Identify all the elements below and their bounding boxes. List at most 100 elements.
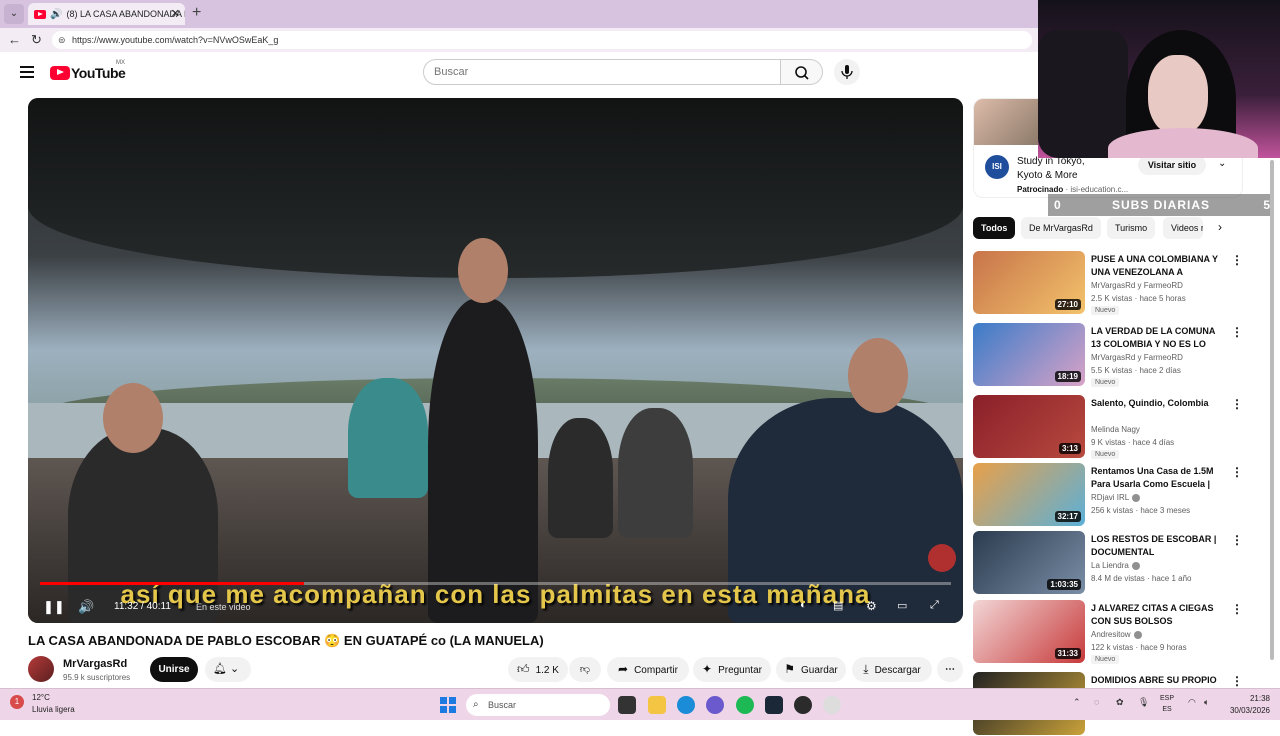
system-clock[interactable]: 21:38 30/03/2026 (1222, 693, 1270, 717)
recommendation-thumbnail[interactable]: 31:33 (973, 600, 1085, 663)
chip-channel[interactable]: De MrVargasRd (1021, 217, 1101, 239)
recommendation-thumbnail[interactable]: 3:13 (973, 395, 1085, 458)
join-button[interactable]: Unirse (150, 657, 198, 682)
tray-app-icon[interactable]: ◌ (1094, 697, 1099, 707)
wifi-icon[interactable]: ◠ (1188, 697, 1196, 708)
recommendation-channel[interactable]: RDjavi IRL (1091, 493, 1141, 502)
recommendation-channel[interactable]: MrVargasRd y FarmeoRD (1091, 353, 1183, 362)
ask-label: Preguntar (718, 665, 762, 676)
page-scrollbar[interactable] (1270, 160, 1274, 660)
dislike-button[interactable]: 👎︎ (569, 657, 601, 682)
recommendation-title[interactable]: Salento, Quindio, Colombia (1091, 397, 1226, 410)
recommendation-item[interactable]: 31:33 J ALVAREZ CITAS A CIEGAS CON SUS BO… (973, 600, 1253, 664)
chip-videos[interactable]: Videos r (1163, 217, 1203, 239)
video-progress-bar[interactable] (40, 582, 951, 585)
ad-thumbnail[interactable] (974, 99, 1044, 145)
subscription-bell-button[interactable]: 🔔︎ ⌄ (205, 657, 251, 682)
recommendation-channel[interactable]: La Liendra (1091, 561, 1140, 570)
volume-icon[interactable]: 🔊 (78, 599, 94, 615)
channel-avatar[interactable] (28, 656, 54, 682)
more-actions-button[interactable]: ⋯ (937, 657, 963, 682)
file-explorer-icon[interactable] (648, 696, 666, 714)
channel-name[interactable]: MrVargasRd (63, 658, 127, 670)
thumbs-down-icon: 👎︎ (579, 664, 591, 675)
visit-site-button[interactable]: Visitar sitio (1138, 155, 1206, 175)
microphone-icon[interactable]: 🎙︎ (1138, 697, 1149, 708)
recommendation-thumbnail[interactable]: 1:03:35 (973, 531, 1085, 594)
chapter-label[interactable]: En este video (196, 602, 251, 612)
download-button[interactable]: ⤓ Descargar (852, 657, 932, 682)
weather-condition: Lluvia ligera (32, 705, 75, 714)
settings-gear-icon[interactable]: ⚙ (866, 599, 877, 613)
recommendation-title[interactable]: LA VERDAD DE LA COMUNA 13 COLOMBIA Y NO … (1091, 325, 1226, 351)
speaker-icon[interactable]: 🔊 (50, 9, 62, 20)
task-view-icon[interactable] (618, 696, 636, 714)
taskbar-search[interactable]: ⌕ Buscar (466, 694, 610, 716)
youtube-logo[interactable]: YouTube MX (50, 60, 126, 82)
spotify-icon[interactable] (736, 696, 754, 714)
close-tab-icon[interactable]: ✕ (171, 3, 180, 25)
reload-icon[interactable]: ↻ (31, 32, 42, 48)
recommendation-title[interactable]: Rentamos Una Casa de 1.5M Para Usarla Co… (1091, 465, 1226, 491)
messenger-icon[interactable] (706, 696, 724, 714)
chevron-right-icon[interactable]: › (1218, 220, 1222, 234)
menu-icon[interactable] (20, 66, 34, 81)
back-icon[interactable]: ← (8, 32, 21, 47)
more-vertical-icon[interactable]: ⋮ (1231, 325, 1243, 339)
more-vertical-icon[interactable]: ⋮ (1231, 674, 1243, 688)
recommendation-thumbnail[interactable]: 18:19 (973, 323, 1085, 386)
more-vertical-icon[interactable]: ⋮ (1231, 533, 1243, 547)
recommendation-item[interactable]: 1:03:35 LOS RESTOS DE ESCOBAR | DOCUMENTA… (973, 531, 1253, 595)
edge-browser-icon[interactable] (677, 696, 695, 714)
tab-list-button[interactable]: ⌄ (4, 4, 24, 24)
more-vertical-icon[interactable]: ⋮ (1231, 602, 1243, 616)
recommendation-channel[interactable]: MrVargasRd y FarmeoRD (1091, 281, 1183, 290)
speaker-icon[interactable]: 🔈︎ (1204, 697, 1209, 708)
microphone-icon (841, 65, 853, 79)
save-button[interactable]: ⚑ Guardar (776, 657, 846, 682)
recommendation-thumbnail[interactable]: 32:17 (973, 463, 1085, 526)
recommendation-title[interactable]: PUSE A UNA COLOMBIANA Y UNA VENEZOLANA A… (1091, 253, 1226, 279)
pause-icon[interactable]: ❚❚ (43, 599, 65, 615)
recommendation-title[interactable]: J ALVAREZ CITAS A CIEGAS CON SUS BOLSOS (1091, 602, 1226, 628)
video-player[interactable]: así que me acompañan con las palmitas en… (28, 98, 963, 623)
language-indicator[interactable]: ESP ES (1160, 693, 1174, 715)
recommendation-item[interactable]: 27:10 PUSE A UNA COLOMBIANA Y UNA VENEZOL… (973, 251, 1253, 315)
more-vertical-icon[interactable]: ⋮ (1231, 397, 1243, 411)
windows-start-icon[interactable] (440, 697, 456, 713)
recommendation-title[interactable]: LOS RESTOS DE ESCOBAR | DOCUMENTAL (1091, 533, 1226, 559)
site-info-icon[interactable]: ⊜ (58, 31, 66, 49)
subtitles-icon[interactable]: ▤ (833, 599, 843, 612)
chip-todos[interactable]: Todos (973, 217, 1016, 239)
autoplay-toggle-icon[interactable]: ◐ (800, 599, 807, 611)
recommendation-item[interactable]: 3:13 Salento, Quindio, Colombia Melinda Na… (973, 395, 1253, 459)
recommendation-thumbnail[interactable]: 27:10 (973, 251, 1085, 314)
fullscreen-icon[interactable]: ⤢ (930, 599, 939, 612)
recommendation-channel[interactable]: Melinda Nagy (1091, 425, 1140, 434)
recommendation-item[interactable]: 32:17 Rentamos Una Casa de 1.5M Para Usar… (973, 463, 1253, 527)
voice-search-button[interactable] (834, 59, 860, 85)
steam-icon[interactable] (765, 696, 783, 714)
new-tab-button[interactable]: + (192, 4, 201, 22)
chip-turismo[interactable]: Turismo (1107, 217, 1156, 239)
search-button[interactable] (781, 59, 823, 85)
like-button[interactable]: 👍︎ 1.2 K (508, 657, 568, 682)
recommendation-title[interactable]: DOMIDIOS ABRE SU PROPIO (1091, 674, 1226, 687)
ask-button[interactable]: ✦ Preguntar (693, 657, 771, 682)
app-icon[interactable] (823, 696, 841, 714)
recommendation-item[interactable]: 18:19 LA VERDAD DE LA COMUNA 13 COLOMBIA … (973, 323, 1253, 387)
recommendation-channel[interactable]: Andresitow (1091, 630, 1142, 639)
channel-watermark-icon[interactable] (928, 544, 956, 572)
browser-tab-active[interactable]: 🔊 (8) LA CASA ABANDONADA D ✕ (28, 3, 185, 25)
url-field[interactable]: ⊜ https://www.youtube.com/watch?v=NVwOSw… (52, 31, 1032, 49)
more-vertical-icon[interactable]: ⋮ (1231, 253, 1243, 267)
share-button[interactable]: ➦ Compartir (607, 657, 689, 682)
chevron-down-icon[interactable]: ⌄ (1218, 158, 1226, 169)
chevron-up-icon[interactable]: ⌃ (1073, 697, 1081, 708)
obs-icon[interactable] (794, 696, 812, 714)
ad-title[interactable]: Study in Tokyo, Kyoto & More (1017, 155, 1107, 183)
tray-app-icon[interactable]: ✿ (1116, 697, 1124, 708)
more-vertical-icon[interactable]: ⋮ (1231, 465, 1243, 479)
theater-mode-icon[interactable]: ▭ (897, 599, 907, 612)
search-input[interactable]: Buscar (423, 59, 781, 85)
